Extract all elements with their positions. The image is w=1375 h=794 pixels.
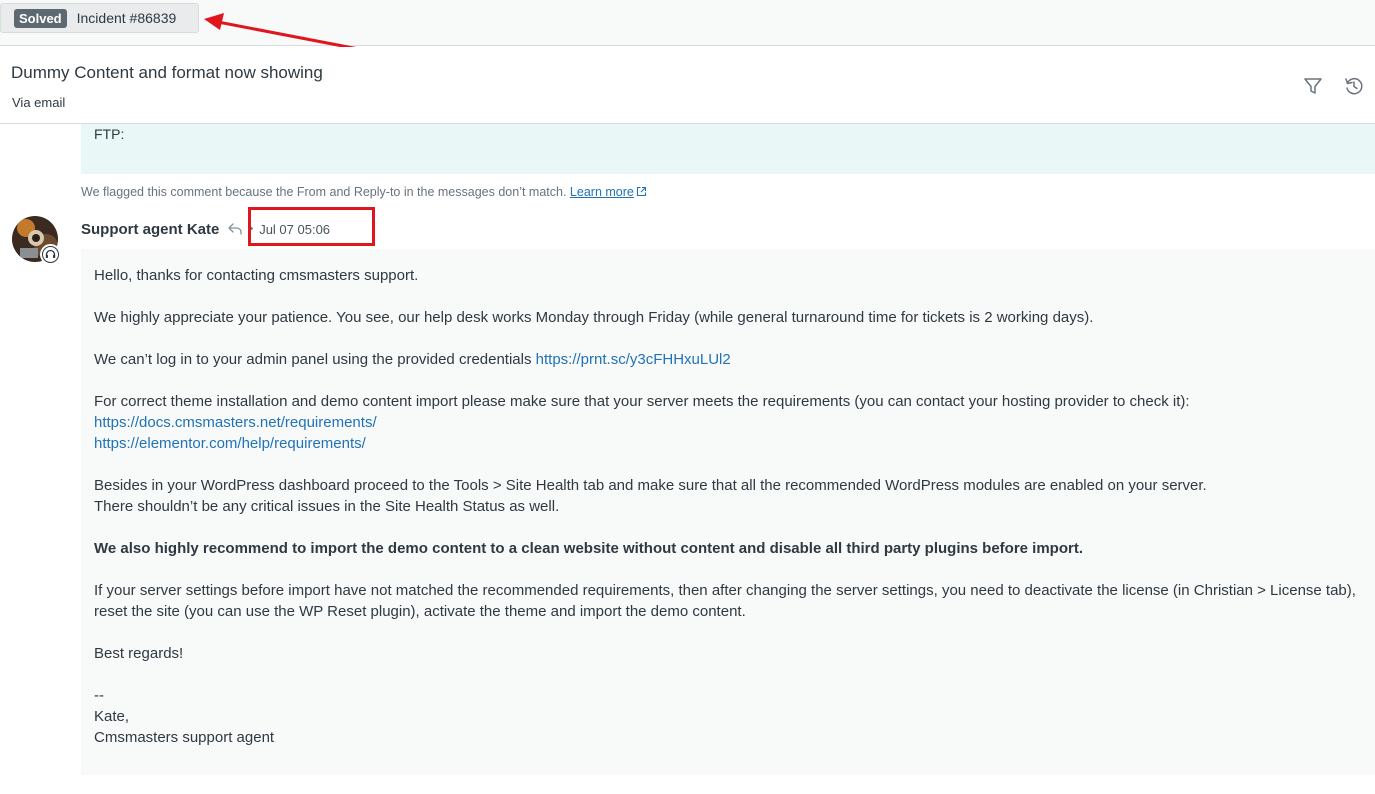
ticket-channel: Via email: [12, 95, 66, 110]
signature: -- Kate, Cmsmasters support agent: [94, 685, 1362, 748]
tab-bar: Solved Incident #86839: [0, 0, 1375, 46]
ticket-tab-title: Incident #86839: [76, 10, 177, 26]
server-settings-paragraph: If your server settings before import ha…: [94, 582, 1356, 620]
meta-separator: •: [249, 223, 254, 235]
requirements-text: For correct theme installation and demo …: [94, 393, 1190, 410]
requirements-paragraph: For correct theme installation and demo …: [94, 391, 1362, 454]
site-health-paragraph: Besides in your WordPress dashboard proc…: [94, 475, 1362, 517]
cmsmasters-requirements-link[interactable]: https://docs.cmsmasters.net/requirements…: [94, 414, 377, 431]
login-paragraph: We can’t log in to your admin panel usin…: [94, 349, 1362, 370]
ticket-subject: Dummy Content and format now showing: [11, 63, 323, 82]
signature-dash: --: [94, 687, 104, 704]
comment-body: Hello, thanks for contacting cmsmasters …: [81, 249, 1375, 775]
filter-icon[interactable]: [1302, 75, 1324, 97]
headset-icon: [42, 246, 59, 263]
author-name[interactable]: Support agent Kate: [81, 221, 219, 238]
external-link-icon: [636, 186, 646, 197]
learn-more-link[interactable]: Learn more: [570, 185, 634, 199]
reply-icon: [228, 223, 242, 235]
recommend-bold-text: We also highly recommend to import the d…: [94, 540, 1083, 557]
elementor-requirements-link[interactable]: https://elementor.com/help/requirements/: [94, 435, 366, 452]
comment-meta: Support agent Kate • Jul 07 05:06: [81, 218, 330, 240]
previous-comment-text: FTP:: [94, 126, 125, 142]
site-health-line-1: Besides in your WordPress dashboard proc…: [94, 477, 1207, 494]
signature-role: Cmsmasters support agent: [94, 729, 275, 746]
history-icon[interactable]: [1343, 75, 1365, 97]
recommend-paragraph: We also highly recommend to import the d…: [94, 538, 1362, 559]
comment-timestamp: Jul 07 05:06: [259, 221, 331, 237]
closing-paragraph: Best regards!: [94, 645, 184, 662]
agent-badge: [40, 244, 61, 265]
status-badge: Solved: [14, 8, 67, 28]
ticket-tab[interactable]: Solved Incident #86839: [0, 3, 199, 33]
flag-note: We flagged this comment because the From…: [81, 185, 647, 199]
signature-name: Kate,: [94, 708, 130, 725]
greeting-paragraph: Hello, thanks for contacting cmsmasters …: [94, 267, 419, 284]
screenshot-link[interactable]: https://prnt.sc/y3cFHHxuLUl2: [536, 351, 731, 368]
login-text: We can’t log in to your admin panel usin…: [94, 351, 532, 368]
patience-paragraph: We highly appreciate your patience. You …: [94, 309, 1094, 326]
ticket-header: Dummy Content and format now showing Via…: [0, 47, 1375, 124]
previous-comment: FTP:: [81, 124, 1375, 174]
flag-note-text: We flagged this comment because the From…: [81, 185, 567, 199]
site-health-line-2: There shouldn’t be any critical issues i…: [94, 498, 560, 515]
